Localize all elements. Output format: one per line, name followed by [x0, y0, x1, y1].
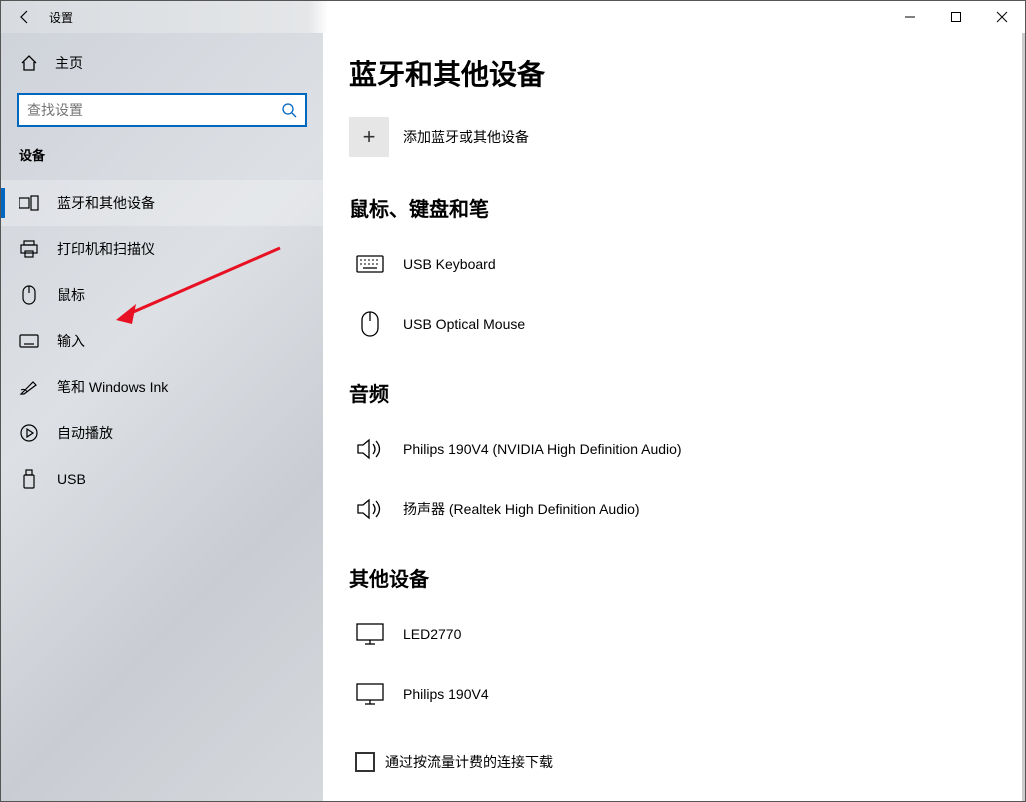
close-icon	[996, 11, 1008, 23]
metered-download-checkbox-row[interactable]: 通过按流量计费的连接下载	[349, 752, 1025, 772]
sidebar-item-autoplay[interactable]: 自动播放	[1, 410, 323, 456]
device-label: USB Keyboard	[403, 256, 496, 272]
speaker-icon	[355, 497, 385, 521]
close-button[interactable]	[979, 1, 1025, 33]
home-label: 主页	[55, 53, 83, 73]
monitor-icon	[355, 623, 385, 645]
minimize-icon	[904, 11, 916, 23]
scrollbar[interactable]	[1022, 33, 1025, 801]
keyboard-icon	[19, 334, 39, 348]
add-device-label: 添加蓝牙或其他设备	[403, 127, 529, 147]
maximize-icon	[950, 11, 962, 23]
device-row-audio-1[interactable]: Philips 190V4 (NVIDIA High Definition Au…	[349, 419, 1025, 479]
device-label: 扬声器 (Realtek High Definition Audio)	[403, 499, 640, 519]
page-title: 蓝牙和其他设备	[349, 53, 1025, 93]
device-label: USB Optical Mouse	[403, 316, 525, 332]
sidebar-item-typing[interactable]: 输入	[1, 318, 323, 364]
mouse-icon	[19, 285, 39, 305]
device-row-audio-2[interactable]: 扬声器 (Realtek High Definition Audio)	[349, 479, 1025, 539]
sidebar-item-usb[interactable]: USB	[1, 456, 323, 502]
keyboard-device-icon	[355, 255, 385, 273]
printer-icon	[19, 240, 39, 258]
mouse-device-icon	[355, 311, 385, 337]
speaker-icon	[355, 437, 385, 461]
device-row-other-1[interactable]: LED2770	[349, 604, 1025, 664]
usb-icon	[19, 469, 39, 489]
title-bar: 设置	[1, 1, 1025, 33]
section-heading-input: 鼠标、键盘和笔	[349, 193, 1025, 222]
maximize-button[interactable]	[933, 1, 979, 33]
sidebar-item-printers[interactable]: 打印机和扫描仪	[1, 226, 323, 272]
device-row-mouse[interactable]: USB Optical Mouse	[349, 294, 1025, 354]
sidebar-item-label: 输入	[57, 331, 85, 351]
add-device-row[interactable]: + 添加蓝牙或其他设备	[349, 117, 1025, 157]
back-arrow-icon	[17, 9, 33, 25]
sidebar-item-label: 自动播放	[57, 423, 113, 443]
sidebar: 主页 设备 蓝牙和其他设备 打印机和扫描仪 鼠标	[1, 33, 323, 801]
sidebar-item-label: USB	[57, 471, 86, 487]
checkbox-unchecked[interactable]	[355, 752, 375, 772]
device-row-other-2[interactable]: Philips 190V4	[349, 664, 1025, 724]
sidebar-item-mouse[interactable]: 鼠标	[1, 272, 323, 318]
pen-icon	[19, 378, 39, 396]
plus-icon: +	[363, 124, 376, 150]
sidebar-item-pen[interactable]: 笔和 Windows Ink	[1, 364, 323, 410]
sidebar-item-label: 蓝牙和其他设备	[57, 193, 155, 213]
sidebar-item-label: 打印机和扫描仪	[57, 239, 155, 259]
device-label: Philips 190V4 (NVIDIA High Definition Au…	[403, 441, 682, 457]
minimize-button[interactable]	[887, 1, 933, 33]
metered-checkbox-label: 通过按流量计费的连接下载	[385, 752, 553, 772]
sidebar-group-label: 设备	[1, 143, 323, 164]
sidebar-item-bluetooth-devices[interactable]: 蓝牙和其他设备	[1, 180, 323, 226]
search-box[interactable]	[17, 93, 307, 127]
home-icon	[19, 54, 39, 72]
main-panel: 蓝牙和其他设备 + 添加蓝牙或其他设备 鼠标、键盘和笔 USB Keyboard…	[323, 33, 1025, 801]
autoplay-icon	[19, 424, 39, 442]
sidebar-item-label: 笔和 Windows Ink	[57, 377, 168, 397]
section-heading-audio: 音频	[349, 378, 1025, 407]
back-button[interactable]	[1, 1, 49, 33]
add-device-button[interactable]: +	[349, 117, 389, 157]
section-heading-other: 其他设备	[349, 563, 1025, 592]
home-nav[interactable]: 主页	[1, 43, 323, 83]
monitor-icon	[355, 683, 385, 705]
window-title: 设置	[49, 9, 73, 26]
bluetooth-devices-icon	[19, 195, 39, 211]
device-label: Philips 190V4	[403, 686, 489, 702]
device-row-keyboard[interactable]: USB Keyboard	[349, 234, 1025, 294]
search-icon	[281, 102, 297, 118]
device-label: LED2770	[403, 626, 461, 642]
sidebar-item-label: 鼠标	[57, 285, 85, 305]
search-input[interactable]	[27, 102, 281, 118]
